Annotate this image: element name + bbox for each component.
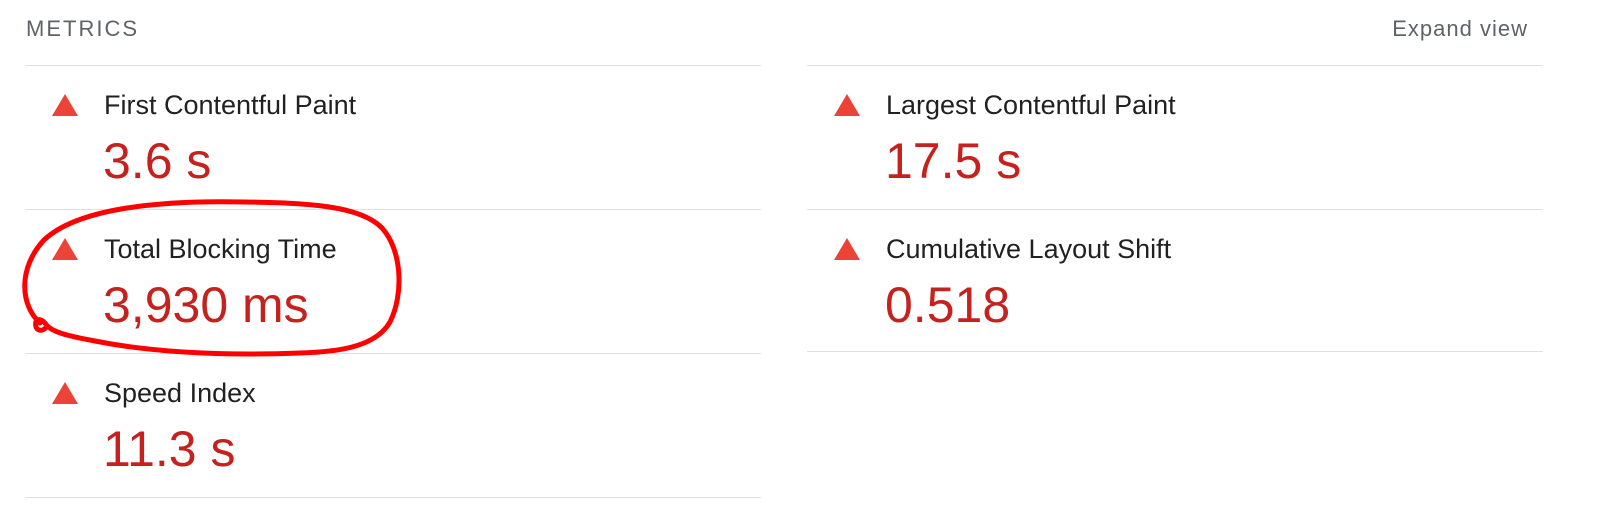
metric-first-contentful-paint: First Contentful Paint 3.6 s	[25, 65, 761, 209]
warning-triangle-icon	[834, 238, 860, 260]
metric-label: Largest Contentful Paint	[886, 90, 1176, 120]
warning-triangle-icon	[52, 238, 78, 260]
metrics-section-title: METRICS	[26, 16, 139, 41]
expand-view-link[interactable]: Expand view	[1392, 16, 1528, 42]
metric-value: 17.5 s	[885, 133, 1022, 189]
warning-triangle-icon	[52, 94, 78, 116]
warning-triangle-icon	[834, 94, 860, 116]
metric-label: Total Blocking Time	[104, 234, 337, 264]
metric-label: Speed Index	[104, 378, 256, 408]
metric-label: Cumulative Layout Shift	[886, 234, 1172, 264]
metric-largest-contentful-paint: Largest Contentful Paint 17.5 s	[807, 65, 1543, 209]
metric-value: 3,930 ms	[103, 277, 309, 333]
metric-label: First Contentful Paint	[104, 90, 357, 120]
metric-cumulative-layout-shift: Cumulative Layout Shift 0.518	[807, 209, 1543, 352]
metric-total-blocking-time: Total Blocking Time 3,930 ms	[25, 209, 761, 353]
metric-value: 11.3 s	[103, 421, 236, 477]
warning-triangle-icon	[52, 382, 78, 404]
metric-value: 3.6 s	[103, 133, 212, 189]
metrics-column-left: First Contentful Paint 3.6 s Total Block…	[25, 65, 761, 498]
metrics-column-right: Largest Contentful Paint 17.5 s Cumulati…	[807, 65, 1543, 352]
metric-speed-index: Speed Index 11.3 s	[25, 353, 761, 498]
metric-value: 0.518	[885, 277, 1011, 333]
